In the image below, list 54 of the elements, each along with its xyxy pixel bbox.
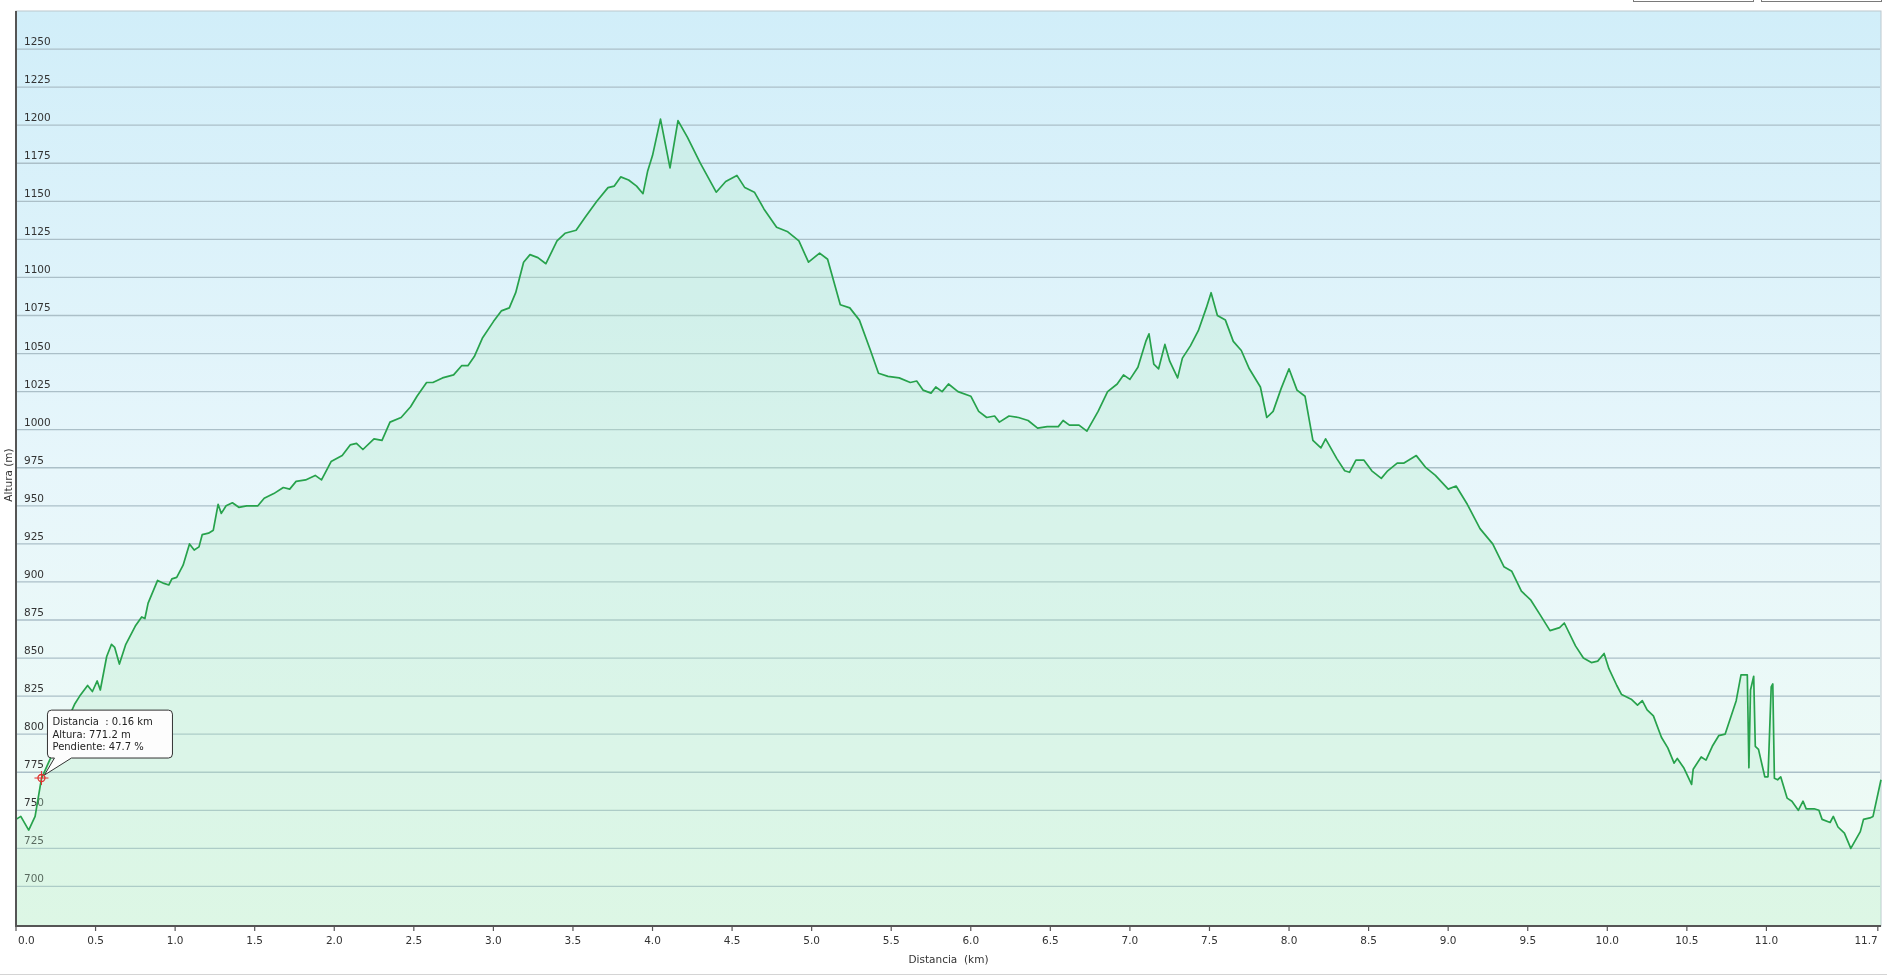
- x-tick-label: 1.0: [166, 934, 184, 946]
- y-tick-label: 1225: [24, 73, 51, 86]
- y-tick-label: 825: [24, 682, 45, 695]
- x-tick-label: 2.0: [325, 934, 343, 946]
- x-tick-label: 9.0: [1439, 934, 1457, 946]
- y-tick-label: 900: [24, 567, 45, 580]
- y-tick-label: 1025: [24, 377, 51, 390]
- y-tick-label: 1000: [24, 415, 51, 428]
- x-tick-label: 6.5: [1042, 934, 1059, 946]
- x-tick-label: 6.0: [962, 934, 980, 946]
- y-tick-label: 775: [24, 758, 45, 771]
- y-tick-label: 975: [24, 453, 45, 466]
- y-tick-label: 1200: [24, 111, 51, 124]
- crosshair-icon: [33, 770, 49, 786]
- y-tick-label: 1150: [24, 187, 51, 200]
- y-tick-label: 700: [24, 872, 45, 885]
- x-tick-label: 2.5: [405, 934, 423, 946]
- button-edge[interactable]: [1761, 0, 1882, 2]
- x-tick-label: 3.5: [564, 934, 582, 946]
- x-tick-label: 0.0: [18, 934, 35, 946]
- x-tick-label: 7.0: [1121, 934, 1139, 946]
- x-tick-label: 10.5: [1675, 934, 1699, 946]
- tooltip-text: Distancia : 0.16 km: [52, 716, 153, 728]
- x-tick-label: 4.5: [723, 934, 741, 946]
- y-tick-label: 925: [24, 529, 45, 542]
- y-axis-title: Altura (m): [2, 448, 14, 502]
- y-tick-label: 1100: [24, 263, 51, 276]
- y-tick-label: 1175: [24, 149, 51, 162]
- y-tick-label: 875: [24, 606, 45, 618]
- x-tick-label: 7.5: [1201, 934, 1218, 946]
- x-axis-title: Distancia (km): [908, 953, 989, 965]
- y-tick-label: 1050: [24, 339, 51, 352]
- tooltip-text: Pendiente: 47.7 %: [52, 741, 144, 753]
- x-tick-label: 0.5: [87, 934, 104, 946]
- x-tick-label: 9.5: [1519, 934, 1537, 946]
- y-tick-label: 1075: [24, 301, 51, 314]
- x-tick-label: 8.0: [1280, 934, 1298, 946]
- tooltip-text: Altura: 771.2 m: [52, 728, 131, 740]
- y-tick-label: 950: [24, 491, 45, 504]
- button-edge[interactable]: [1633, 0, 1754, 2]
- y-tick-label: 850: [24, 644, 45, 657]
- x-tick-label: 11.7: [1854, 934, 1878, 946]
- x-tick-label: 5.0: [803, 934, 820, 946]
- y-tick-label: 1250: [24, 35, 51, 48]
- x-tick-label: 4.0: [644, 934, 661, 946]
- y-tick-label: 800: [24, 720, 45, 733]
- y-tick-label: 725: [24, 834, 45, 847]
- x-tick-label: 3.0: [485, 934, 502, 946]
- x-tick-label: 8.5: [1360, 934, 1377, 946]
- x-tick-label: 5.5: [882, 934, 900, 946]
- x-tick-label: 11.0: [1754, 934, 1779, 946]
- y-tick-label: 1125: [24, 225, 51, 238]
- x-tick-label: 10.0: [1595, 934, 1619, 946]
- x-tick-label: 1.5: [246, 934, 264, 946]
